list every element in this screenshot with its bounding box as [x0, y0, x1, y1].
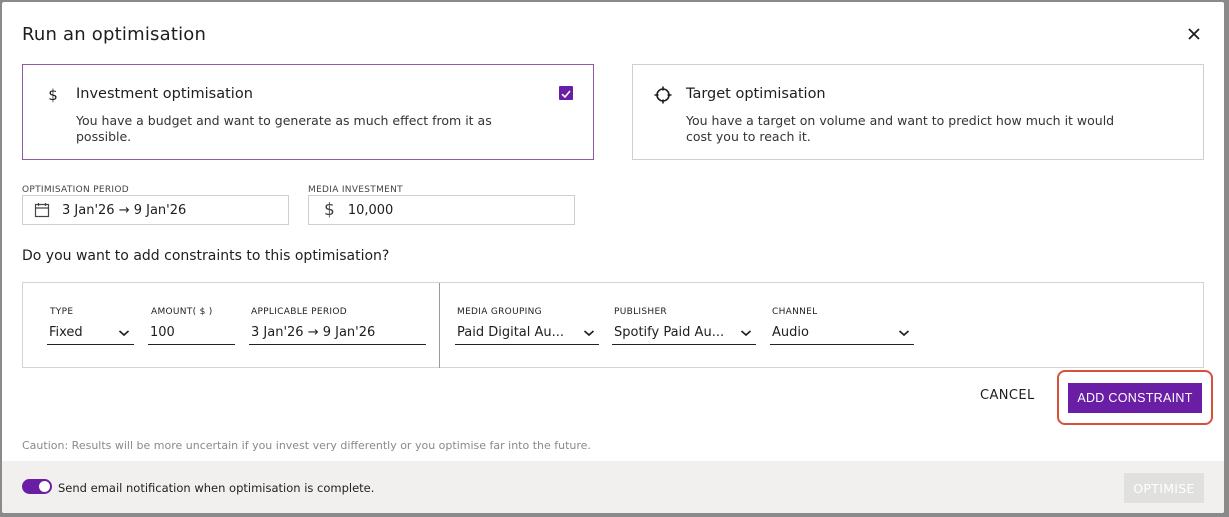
applicable-period-input[interactable]: 3 Jan'26 → 9 Jan'26	[249, 323, 426, 345]
media-investment-label: MEDIA INVESTMENT	[308, 185, 403, 195]
calendar-icon	[34, 203, 50, 218]
investment-card-title: Investment optimisation	[76, 86, 253, 102]
constraint-editor: TYPE Fixed AMOUNT( $ ) 100 APPLICABLE PE…	[22, 282, 1204, 368]
close-button[interactable]	[1184, 24, 1204, 44]
type-label: TYPE	[50, 307, 74, 317]
crosshair-icon	[654, 86, 672, 104]
email-notification-label: Send email notification when optimisatio…	[58, 481, 375, 495]
type-value: Fixed	[49, 325, 83, 340]
check-icon	[561, 90, 571, 99]
close-icon	[1188, 28, 1200, 40]
toggle-knob	[39, 481, 50, 492]
publisher-value: Spotify Paid Au...	[614, 325, 725, 340]
target-optimisation-card[interactable]: Target optimisation You have a target on…	[632, 64, 1204, 160]
cancel-button[interactable]: CANCEL	[980, 388, 1035, 403]
chevron-down-icon	[118, 330, 130, 337]
chevron-down-icon	[740, 330, 752, 337]
applicable-period-label: APPLICABLE PERIOD	[251, 307, 347, 317]
dollar-icon: $	[48, 86, 58, 104]
dollar-icon: $	[324, 200, 335, 220]
publisher-label: PUBLISHER	[614, 307, 667, 317]
media-grouping-label: MEDIA GROUPING	[457, 307, 542, 317]
chevron-down-icon	[583, 330, 595, 337]
amount-label: AMOUNT( $ )	[151, 307, 213, 317]
constraints-question: Do you want to add constraints to this o…	[22, 248, 390, 264]
dialog-title: Run an optimisation	[22, 24, 207, 45]
dialog-footer: Send email notification when optimisatio…	[2, 461, 1224, 513]
optimisation-period-value: 3 Jan'26 → 9 Jan'26	[62, 202, 187, 218]
applicable-period-value: 3 Jan'26 → 9 Jan'26	[251, 325, 376, 340]
media-investment-value: 10,000	[347, 202, 394, 218]
chevron-down-icon	[898, 330, 910, 337]
channel-label: CHANNEL	[772, 307, 818, 317]
target-card-title: Target optimisation	[686, 86, 826, 102]
investment-optimisation-card[interactable]: $ Investment optimisation You have a bud…	[22, 64, 594, 160]
optimisation-dialog: Run an optimisation $ Investment optimis…	[2, 2, 1224, 513]
channel-select[interactable]: Audio	[770, 323, 914, 345]
optimisation-period-label: OPTIMISATION PERIOD	[22, 185, 129, 195]
investment-selected-checkbox[interactable]	[559, 86, 573, 100]
constraint-divider	[439, 283, 440, 368]
amount-value: 100	[150, 325, 175, 340]
publisher-select[interactable]: Spotify Paid Au...	[612, 323, 756, 345]
target-card-description: You have a target on volume and want to …	[686, 113, 1115, 144]
type-select[interactable]: Fixed	[47, 323, 134, 345]
media-investment-input[interactable]: $ 10,000	[308, 195, 575, 225]
media-grouping-select[interactable]: Paid Digital Au...	[455, 323, 599, 345]
email-notification-toggle[interactable]	[22, 479, 52, 494]
amount-input[interactable]: 100	[148, 323, 235, 345]
media-grouping-value: Paid Digital Au...	[457, 325, 565, 340]
add-constraint-button[interactable]: ADD CONSTRAINT	[1068, 383, 1202, 413]
channel-value: Audio	[772, 325, 809, 340]
caution-text: Caution: Results will be more uncertain …	[22, 439, 591, 452]
optimise-button[interactable]: OPTIMISE	[1124, 473, 1204, 503]
investment-card-description: You have a budget and want to generate a…	[76, 113, 492, 144]
optimisation-period-input[interactable]: 3 Jan'26 → 9 Jan'26	[22, 195, 289, 225]
